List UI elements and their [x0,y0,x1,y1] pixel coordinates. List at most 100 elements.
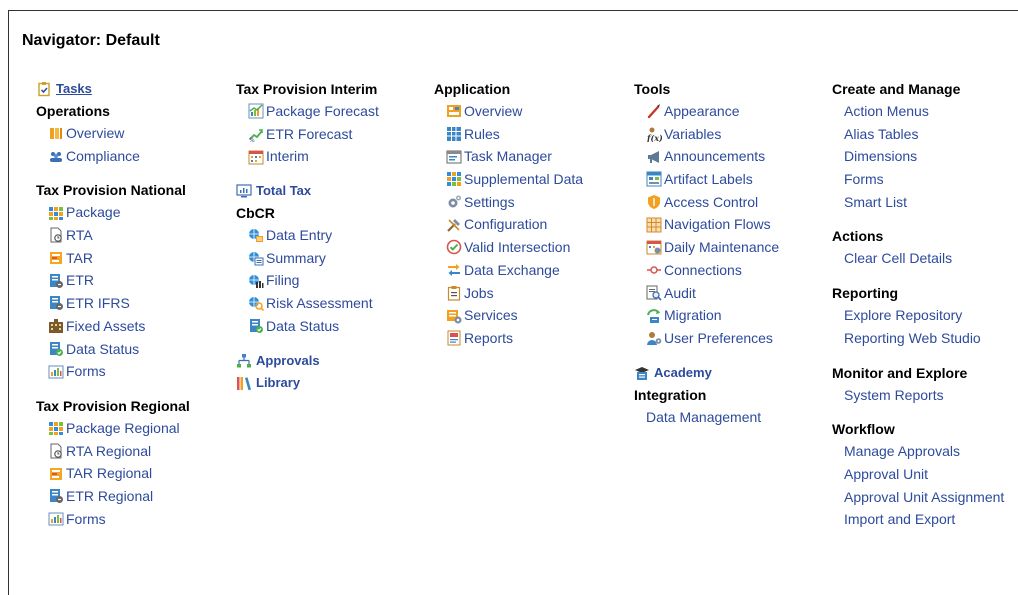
nav-link-label: Interim [266,148,309,165]
nav-card-total-tax[interactable]: Total Tax [236,180,379,202]
gear-icon [446,194,462,210]
section-header-operations: Operations [36,103,110,119]
nav-link-clear-cell-details[interactable]: Clear Cell Details [832,247,1004,270]
nav-link-data-entry[interactable]: Data Entry [236,224,379,247]
nav-link-filing[interactable]: Filing [236,269,379,292]
nav-link-user-preferences[interactable]: User Preferences [634,327,779,350]
nav-card-approvals[interactable]: Approvals [236,350,379,372]
nav-link-etr-regional[interactable]: ETR Regional [36,485,190,508]
nav-link-overview[interactable]: Overview [36,122,190,145]
nav-link-label: Package Regional [66,419,180,436]
exchange-arrows-icon [446,262,462,278]
brush-icon [646,103,662,119]
nav-link-supplemental-data[interactable]: Supplemental Data [434,168,583,191]
nav-link-data-status[interactable]: Data Status [36,338,190,361]
nav-link-navigation-flows[interactable]: Navigation Flows [634,213,779,236]
nav-link-forms[interactable]: Forms [36,508,190,531]
nav-link-access-control[interactable]: Access Control [634,191,779,214]
nav-link-system-reports[interactable]: System Reports [832,384,1004,407]
nav-link-etr-forecast[interactable]: % ETR Forecast [236,123,379,146]
nav-link-compliance[interactable]: Compliance [36,145,190,168]
data-status-icon [48,341,64,357]
nav-link-label: Migration [664,307,722,324]
section-header-tools: Tools [634,81,671,97]
nav-card-tasks[interactable]: Tasks [36,78,190,100]
nav-card-library[interactable]: Library [236,372,379,394]
nav-link-migration[interactable]: Migration [634,304,779,327]
nav-link-task-manager[interactable]: Task Manager [434,145,583,168]
nav-link-label: Tasks [56,81,92,96]
nav-link-tar[interactable]: TAR [36,247,190,270]
nav-link-forms[interactable]: Forms [36,360,190,383]
nav-link-label: Package [66,204,121,221]
nav-link-smart-list[interactable]: Smart List [832,191,1004,214]
nav-link-services[interactable]: Services [434,304,583,327]
nav-link-data-status[interactable]: Data Status [236,315,379,338]
nav-link-approval-unit-assignment[interactable]: Approval Unit Assignment [832,486,1004,509]
tar-icon [48,250,64,266]
nav-link-summary[interactable]: Summary [236,247,379,270]
rta-document-icon [48,227,64,243]
nav-link-approval-unit[interactable]: Approval Unit [832,463,1004,486]
nav-link-settings[interactable]: Settings [434,191,583,214]
jobs-clipboard-icon [446,285,462,301]
nav-link-dimensions[interactable]: Dimensions [832,145,1004,168]
nav-link-appearance[interactable]: Appearance [634,100,779,123]
nav-link-reporting-web-studio[interactable]: Reporting Web Studio [832,327,1004,350]
nav-link-rules[interactable]: Rules [434,123,583,146]
nav-link-interim[interactable]: Interim [236,145,379,168]
nav-link-reports[interactable]: Reports [434,327,583,350]
nav-link-explore-repository[interactable]: Explore Repository [832,304,1004,327]
nav-link-audit[interactable]: Audit [634,282,779,305]
nav-link-label: Appearance [664,103,740,119]
nav-link-tar-regional[interactable]: TAR Regional [36,462,190,485]
maintenance-calendar-icon [646,239,662,255]
nav-link-connections[interactable]: Connections [634,259,779,282]
nav-link-artifact-labels[interactable]: Artifact Labels [634,168,779,191]
nav-link-label: Reports [464,329,514,346]
nav-link-action-menus[interactable]: Action Menus [832,100,1004,123]
tools-icon [446,217,462,233]
variables-icon: f(x) [646,126,662,142]
nav-link-announcements[interactable]: Announcements [634,145,779,168]
nav-link-valid-intersection[interactable]: Valid Intersection [434,236,583,259]
section-header-tax-provision-interim: Tax Provision Interim [236,81,378,97]
section-header-monitor-and-explore: Monitor and Explore [832,364,968,381]
audit-magnifier-icon [646,285,662,301]
nav-link-risk-assessment[interactable]: Risk Assessment [236,292,379,315]
nav-link-package[interactable]: Package [36,201,190,224]
nav-link-label: Summary [266,249,326,266]
nav-link-package-forecast[interactable]: Package Forecast [236,100,379,123]
hierarchy-icon [236,353,252,369]
task-manager-icon [446,149,462,165]
nav-link-jobs[interactable]: Jobs [434,282,583,305]
rta-document-icon [48,443,64,459]
nav-link-manage-approvals[interactable]: Manage Approvals [832,440,1004,463]
nav-card-academy[interactable]: Academy [634,362,779,384]
nav-link-data-exchange[interactable]: Data Exchange [434,259,583,282]
nav-link-etr-ifrs[interactable]: ETR IFRS [36,292,190,315]
nav-link-label: Jobs [464,284,494,301]
nav-link-import-and-export[interactable]: Import and Export [832,508,1004,531]
nav-link-alias-tables[interactable]: Alias Tables [832,123,1004,146]
nav-link-label: Approval Unit Assignment [844,488,1005,505]
nav-link-rta[interactable]: RTA [36,224,190,247]
nav-link-etr[interactable]: ETR [36,269,190,292]
nav-link-daily-maintenance[interactable]: Daily Maintenance [634,236,779,259]
nav-link-overview[interactable]: Overview [434,100,583,123]
nav-link-rta-regional[interactable]: RTA Regional [36,440,190,463]
nav-link-forms[interactable]: Forms [832,168,1004,191]
nav-link-fixed-assets[interactable]: Fixed Assets [36,315,190,338]
nav-link-variables[interactable]: f(x) Variables [634,123,779,146]
nav-link-label: Forms [66,363,106,380]
nav-link-configuration[interactable]: Configuration [434,213,583,236]
nav-link-label: RTA Regional [66,442,152,459]
section-header-tax-provision-national: Tax Provision National [36,182,186,199]
report-document-icon [446,330,462,346]
package-grid-icon [48,205,64,221]
nav-link-package-regional[interactable]: Package Regional [36,417,190,440]
nav-link-data-management[interactable]: Data Management [634,406,779,429]
